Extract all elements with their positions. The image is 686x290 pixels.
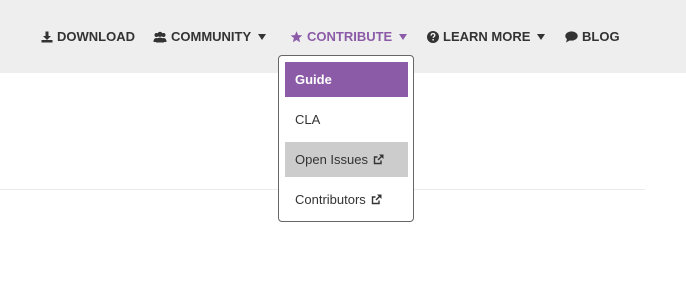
users-icon [153, 31, 167, 43]
star-icon [290, 30, 303, 43]
nav-community[interactable]: COMMUNITY [153, 0, 267, 73]
caret-down-icon [258, 33, 267, 40]
dropdown-item-label: CLA [295, 112, 321, 127]
external-link-icon [373, 154, 384, 165]
contribute-dropdown-menu: Guide CLA Open Issues Contributors [278, 55, 414, 222]
download-icon [41, 31, 53, 43]
nav-blog-label: BLOG [582, 29, 620, 44]
nav-learn-more-label: LEARN MORE [443, 29, 531, 44]
nav-learn-more[interactable]: LEARN MORE [427, 0, 546, 73]
caret-down-icon [537, 33, 546, 40]
dropdown-item-label: Guide [295, 72, 332, 87]
caret-down-icon [399, 33, 408, 40]
nav-community-label: COMMUNITY [171, 29, 252, 44]
page: DOWNLOAD COMMUNITY CONTRIBUTE LEARN MORE… [0, 0, 686, 290]
comment-icon [565, 30, 578, 43]
nav-contribute-label: CONTRIBUTE [307, 29, 393, 44]
external-link-icon [371, 194, 382, 205]
nav-blog[interactable]: BLOG [565, 0, 620, 73]
nav-download-label: DOWNLOAD [57, 29, 135, 44]
question-circle-icon [427, 30, 439, 43]
dropdown-item-contributors[interactable]: Contributors [285, 182, 408, 217]
dropdown-item-label: Contributors [295, 192, 366, 207]
dropdown-item-guide[interactable]: Guide [285, 62, 408, 97]
dropdown-item-open-issues[interactable]: Open Issues [285, 142, 408, 177]
nav-download[interactable]: DOWNLOAD [41, 0, 135, 73]
dropdown-item-label: Open Issues [295, 152, 368, 167]
dropdown-item-cla[interactable]: CLA [285, 102, 408, 137]
